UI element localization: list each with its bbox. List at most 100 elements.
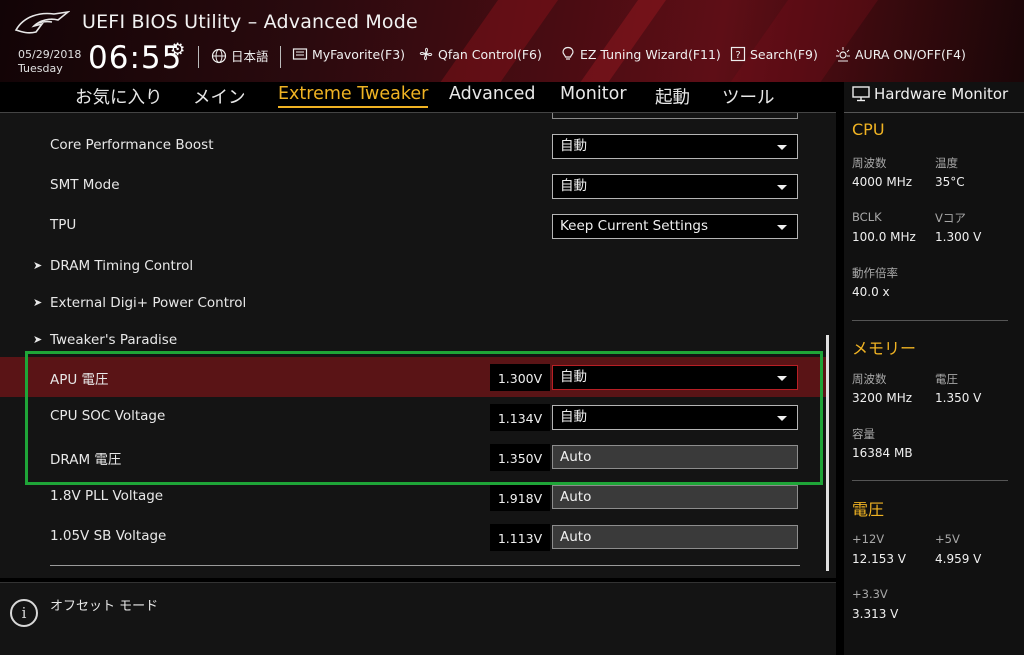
svg-text:?: ? bbox=[735, 50, 740, 61]
aura-button[interactable]: AURA ON/OFF(F4) bbox=[835, 46, 966, 62]
tab-monitor[interactable]: Monitor bbox=[560, 84, 627, 104]
submenu-arrow-icon: ➤ bbox=[33, 333, 43, 346]
aura-label: AURA ON/OFF(F4) bbox=[855, 46, 966, 62]
v12-label: +12V bbox=[852, 532, 885, 546]
language-button[interactable]: 日本語 bbox=[211, 46, 269, 65]
rog-logo-icon bbox=[14, 10, 70, 34]
tpu-select[interactable]: Keep Current Settings bbox=[552, 214, 798, 239]
submenu-label: DRAM Timing Control bbox=[50, 258, 194, 274]
header-stripe bbox=[574, 0, 674, 82]
list-end-divider bbox=[50, 565, 800, 566]
bclk-value: 100.0 MHz bbox=[852, 230, 916, 244]
help-panel: i オフセット モード bbox=[0, 582, 836, 655]
header-stripe bbox=[434, 0, 566, 82]
vcore-label: Vコア bbox=[935, 211, 966, 225]
core-performance-boost-select[interactable]: 自動 bbox=[552, 134, 798, 159]
tab-main[interactable]: メイン bbox=[193, 84, 246, 109]
ez-tuning-label: EZ Tuning Wizard(F11) bbox=[580, 46, 721, 62]
submenu-external-digi-power-control[interactable]: ➤ External Digi+ Power Control bbox=[0, 284, 826, 324]
qfan-label: Qfan Control(F6) bbox=[438, 46, 542, 62]
divider bbox=[280, 46, 281, 68]
myfavorite-button[interactable]: MyFavorite(F3) bbox=[292, 46, 405, 62]
divider bbox=[852, 320, 1008, 321]
cpu-temp-value: 35°C bbox=[935, 175, 965, 189]
smt-mode-select[interactable]: 自動 bbox=[552, 174, 798, 199]
v33-label: +3.3V bbox=[852, 587, 888, 601]
setting-core-performance-boost[interactable]: Core Performance Boost 自動 bbox=[0, 126, 826, 166]
submenu-label: Tweaker's Paradise bbox=[50, 332, 178, 348]
help-text: オフセット モード bbox=[50, 599, 159, 614]
tab-advanced[interactable]: Advanced bbox=[449, 84, 535, 104]
language-label: 日本語 bbox=[231, 49, 269, 64]
hardware-monitor-panel: Hardware Monitor CPU 周波数 温度 4000 MHz 35°… bbox=[844, 82, 1024, 655]
pll-voltage-input[interactable]: Auto bbox=[552, 485, 798, 509]
lightbulb-icon bbox=[562, 46, 574, 60]
voltage-reading: 1.918V bbox=[490, 484, 550, 511]
qfan-button[interactable]: Qfan Control(F6) bbox=[418, 46, 542, 62]
chevron-down-icon bbox=[777, 145, 787, 150]
setting-tpu[interactable]: TPU Keep Current Settings bbox=[0, 206, 826, 246]
bclk-label: BCLK bbox=[852, 210, 882, 224]
voltage-section-title: 電圧 bbox=[852, 500, 885, 519]
submenu-arrow-icon: ➤ bbox=[33, 259, 43, 272]
scrollbar[interactable] bbox=[826, 335, 829, 571]
monitor-icon bbox=[852, 86, 870, 102]
mem-freq-value: 3200 MHz bbox=[852, 391, 913, 405]
divider bbox=[844, 112, 1024, 113]
setting-label: TPU bbox=[50, 217, 77, 233]
date-text: 05/29/2018 bbox=[18, 48, 82, 61]
search-button[interactable]: ? Search(F9) bbox=[730, 46, 818, 62]
ez-tuning-button[interactable]: EZ Tuning Wizard(F11) bbox=[560, 46, 721, 62]
annotation-highlight-box bbox=[25, 351, 823, 485]
app-title: UEFI BIOS Utility – Advanced Mode bbox=[82, 11, 418, 33]
cpu-temp-label: 温度 bbox=[935, 156, 958, 170]
fan-icon bbox=[419, 47, 433, 61]
setting-label: 1.8V PLL Voltage bbox=[50, 488, 164, 504]
main-tabs: お気に入り メイン Extreme Tweaker Advanced Monit… bbox=[0, 82, 836, 112]
setting-label: SMT Mode bbox=[50, 177, 120, 193]
aura-icon bbox=[836, 47, 850, 62]
submenu-arrow-icon: ➤ bbox=[33, 296, 43, 309]
favorite-icon bbox=[292, 48, 308, 60]
mem-volt-value: 1.350 V bbox=[935, 391, 982, 405]
mem-capacity-value: 16384 MB bbox=[852, 446, 913, 460]
gear-icon[interactable]: ⚙ bbox=[170, 40, 185, 60]
tab-boot[interactable]: 起動 bbox=[655, 84, 690, 109]
hardware-monitor-label: Hardware Monitor bbox=[874, 85, 1009, 103]
mem-capacity-label: 容量 bbox=[852, 427, 875, 441]
tab-extreme-tweaker[interactable]: Extreme Tweaker bbox=[278, 84, 429, 108]
setting-1-05v-sb-voltage[interactable]: 1.05V SB Voltage 1.113V Auto bbox=[0, 517, 826, 557]
tab-tool[interactable]: ツール bbox=[722, 84, 775, 109]
cpu-section-title: CPU bbox=[852, 120, 885, 139]
cpu-freq-label: 周波数 bbox=[852, 156, 887, 170]
divider bbox=[198, 46, 199, 68]
header-stripe bbox=[724, 0, 886, 82]
select-value: Keep Current Settings bbox=[560, 218, 709, 234]
submenu-label: External Digi+ Power Control bbox=[50, 295, 247, 311]
divider bbox=[852, 480, 1008, 481]
chevron-down-icon bbox=[777, 185, 787, 190]
submenu-dram-timing-control[interactable]: ➤ DRAM Timing Control bbox=[0, 247, 826, 287]
v33-value: 3.313 V bbox=[852, 607, 899, 621]
setting-smt-mode[interactable]: SMT Mode 自動 bbox=[0, 166, 826, 206]
sb-voltage-input[interactable]: Auto bbox=[552, 525, 798, 549]
setting-label: Core Performance Boost bbox=[50, 137, 214, 153]
v12-value: 12.153 V bbox=[852, 552, 907, 566]
setting-label: 1.05V SB Voltage bbox=[50, 528, 167, 544]
v5-value: 4.959 V bbox=[935, 552, 982, 566]
help-icon: ? bbox=[730, 46, 746, 62]
date-display: 05/29/2018 Tuesday bbox=[18, 48, 81, 76]
tab-favorites[interactable]: お気に入り bbox=[75, 84, 163, 109]
cpu-freq-value: 4000 MHz bbox=[852, 175, 913, 189]
mem-volt-label: 電圧 bbox=[935, 372, 958, 386]
ratio-value: 40.0 x bbox=[852, 285, 890, 299]
chevron-down-icon bbox=[777, 225, 787, 230]
myfavorite-label: MyFavorite(F3) bbox=[312, 46, 406, 62]
voltage-reading: 1.113V bbox=[490, 524, 550, 551]
hardware-monitor-title: Hardware Monitor bbox=[852, 85, 1008, 103]
clock-time: 06:55 bbox=[88, 40, 183, 76]
clipped-select-box bbox=[552, 113, 798, 119]
globe-icon bbox=[211, 48, 227, 63]
header-bar: UEFI BIOS Utility – Advanced Mode 05/29/… bbox=[0, 0, 1024, 82]
search-label: Search(F9) bbox=[750, 46, 818, 62]
